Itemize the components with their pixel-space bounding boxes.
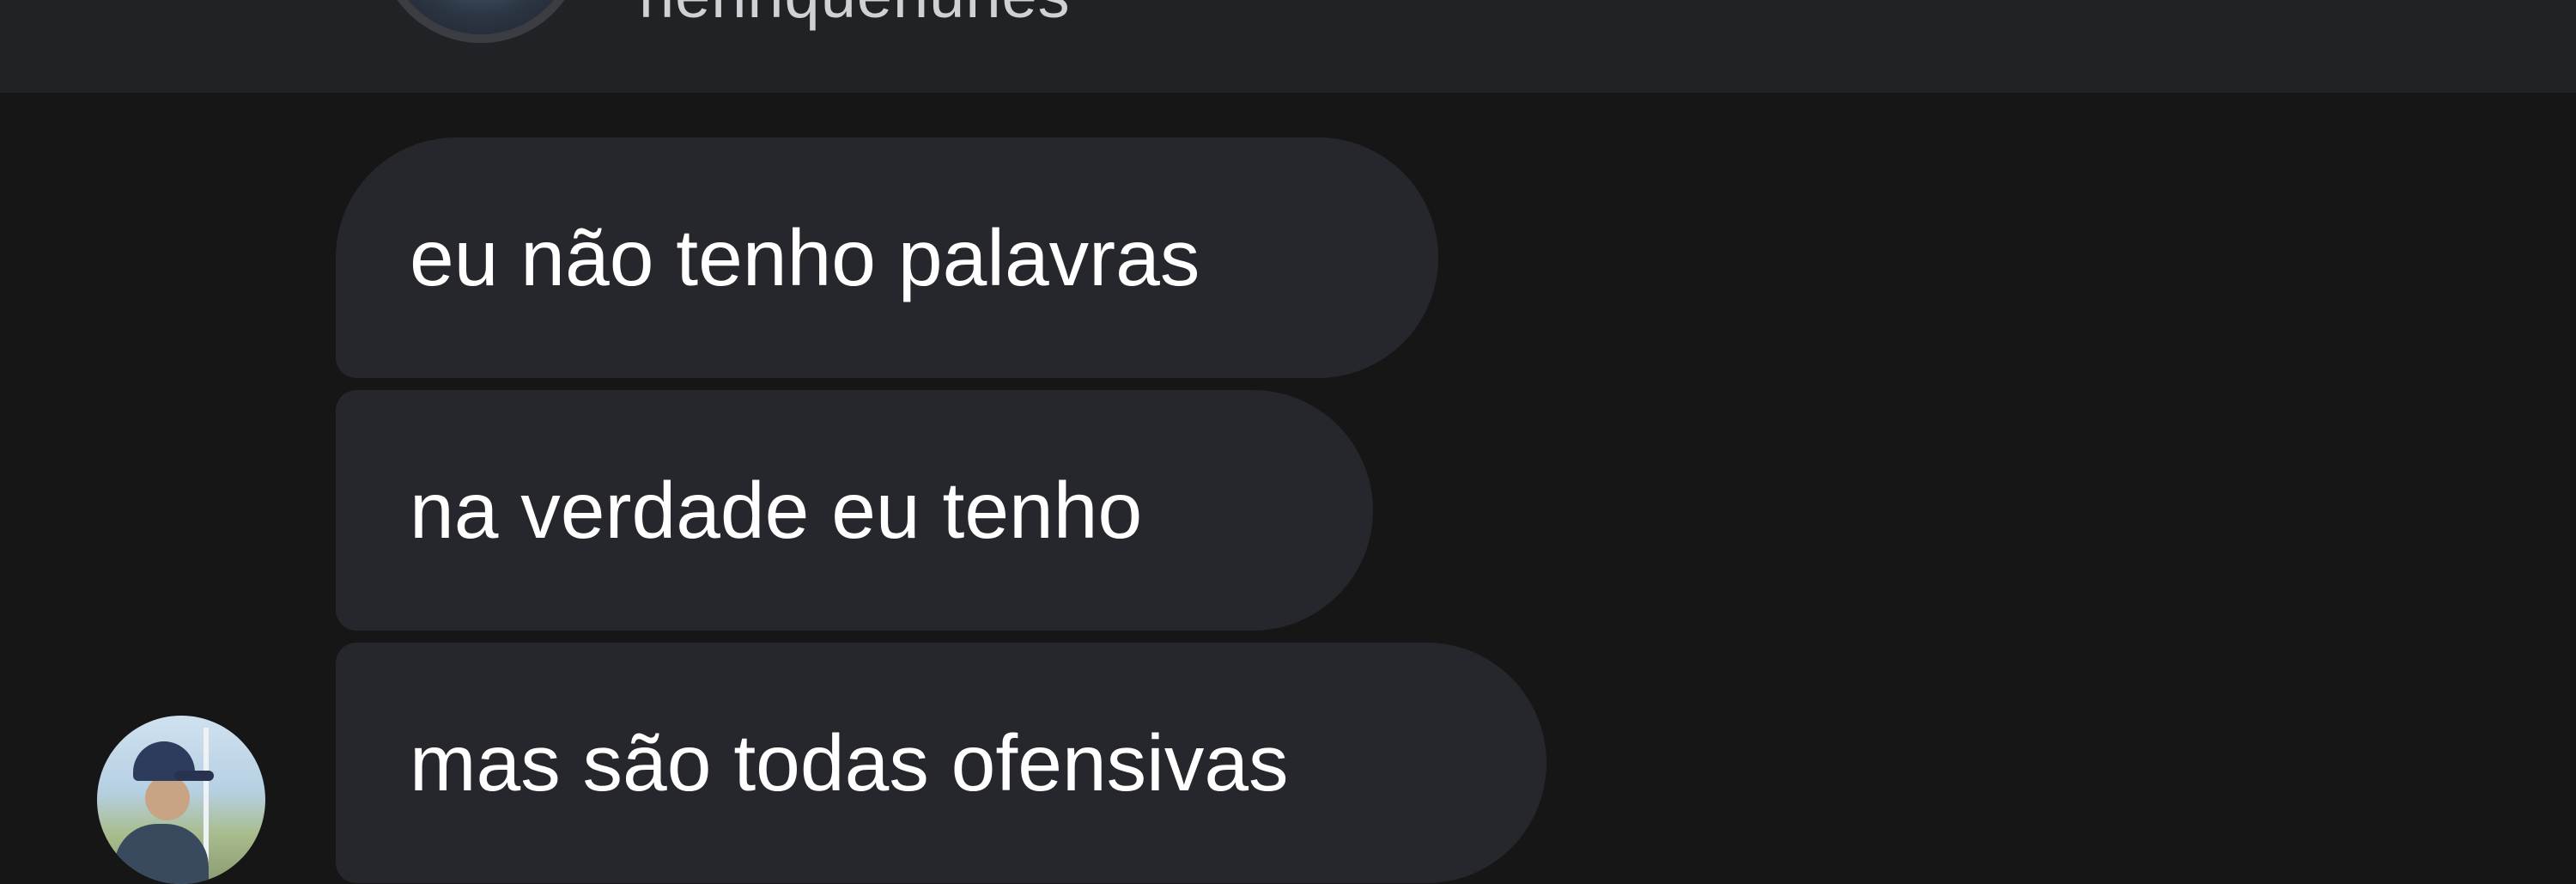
message-thread[interactable]: eu não tenho palavras na verdade eu tenh…	[0, 93, 2576, 884]
message-text: na verdade eu tenho	[410, 465, 1143, 555]
message-bubble[interactable]: eu não tenho palavras	[336, 137, 1438, 378]
avatar-window-frame	[204, 728, 260, 874]
header-username[interactable]: henriquenunes	[639, 0, 1071, 32]
message-text: mas são todas ofensivas	[410, 717, 1289, 808]
avatar-person	[114, 741, 214, 884]
message-bubble[interactable]: na verdade eu tenho	[336, 390, 1373, 631]
chat-header: henriquenunes	[0, 0, 2576, 93]
message-bubble[interactable]: mas são todas ofensivas	[336, 643, 1546, 883]
message-text: eu não tenho palavras	[410, 212, 1200, 302]
header-avatar[interactable]	[378, 0, 584, 43]
